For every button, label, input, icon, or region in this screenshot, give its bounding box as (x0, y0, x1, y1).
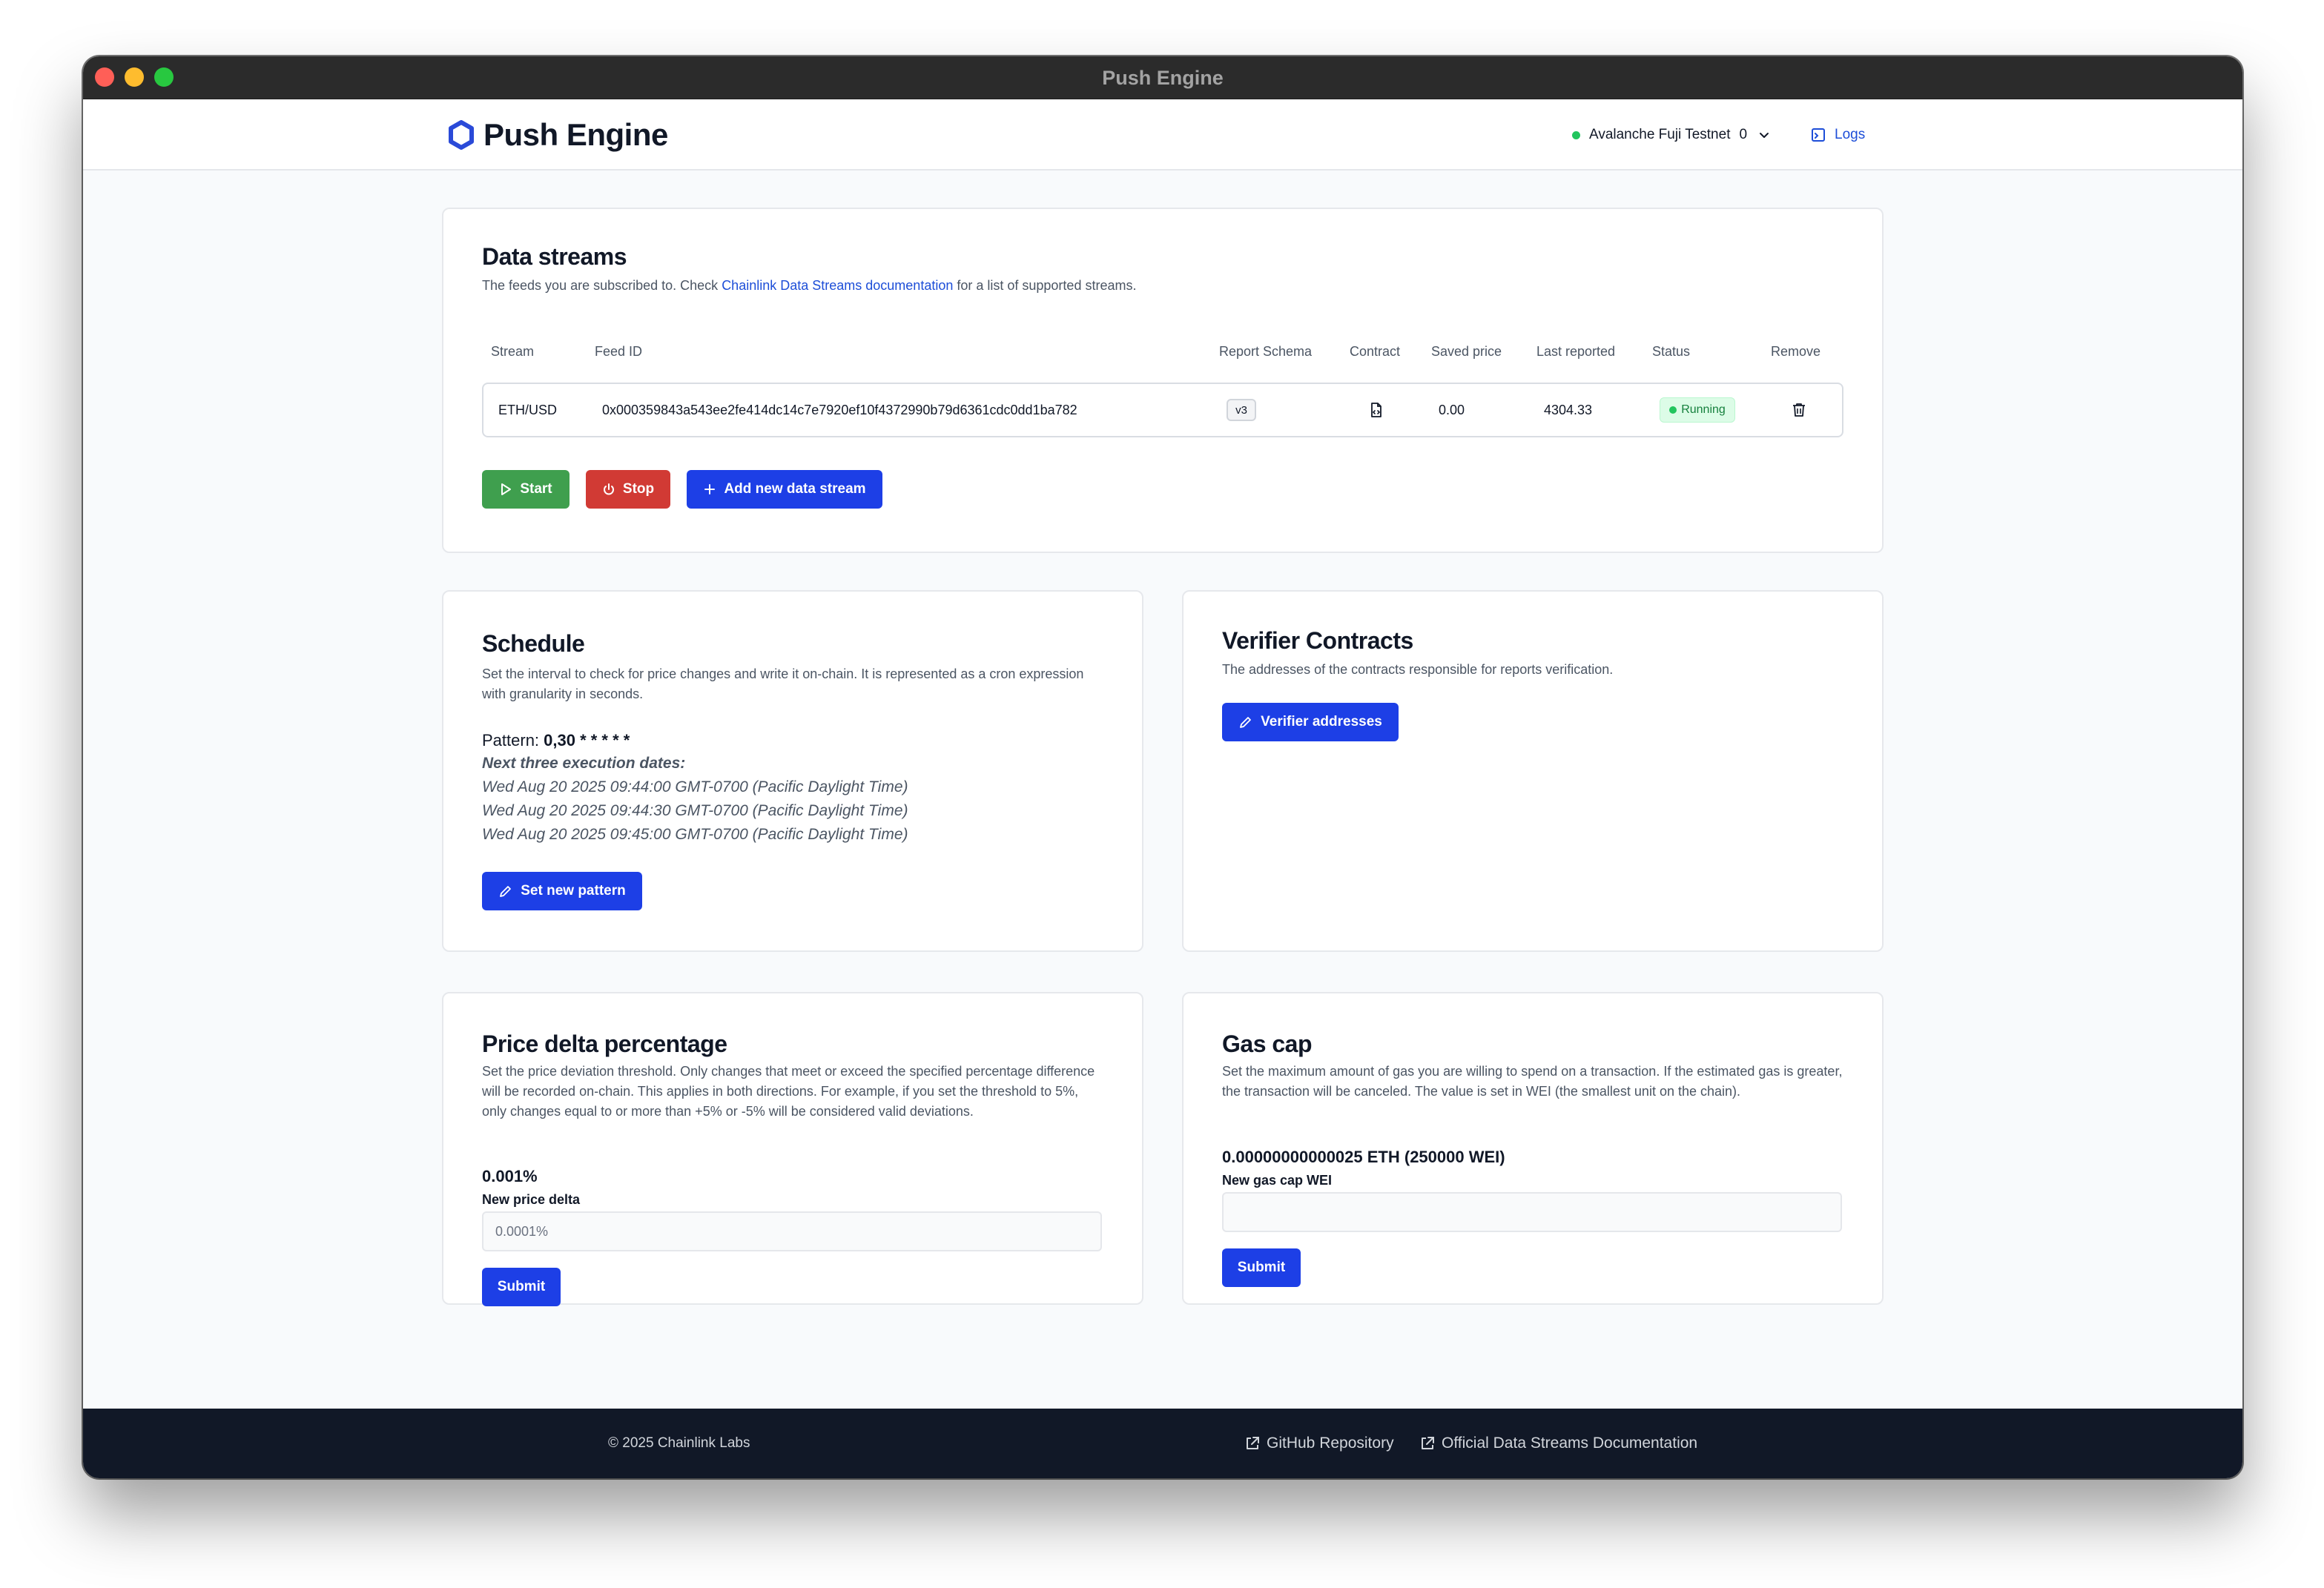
trash-icon[interactable] (1790, 401, 1808, 419)
next-execution-label: Next three execution dates: (482, 755, 686, 772)
window-title: Push Engine (1102, 67, 1224, 89)
status-badge: Running (1660, 397, 1735, 423)
pattern-line: Pattern: 0,30 * * * * * (482, 731, 630, 750)
gas-cap-input[interactable] (1222, 1192, 1842, 1232)
official-docs-link[interactable]: Official Data Streams Documentation (1419, 1409, 1697, 1478)
execution-date: Wed Aug 20 2025 09:44:00 GMT-0700 (Pacif… (482, 778, 908, 795)
chainlink-docs-link[interactable]: Chainlink Data Streams documentation (722, 278, 953, 293)
data-streams-title: Data streams (482, 243, 627, 270)
price-delta-card: Price delta percentage Set the price dev… (442, 992, 1143, 1306)
power-icon (603, 483, 614, 495)
play-icon (501, 483, 512, 495)
verifier-addresses-label: Verifier addresses (1261, 714, 1382, 730)
gas-cap-description: Set the maximum amount of gas you are wi… (1222, 1064, 1843, 1099)
price-delta-submit-button[interactable]: Submit (482, 1268, 561, 1306)
data-streams-description: The feeds you are subscribed to. Check C… (482, 276, 1136, 296)
column-header-last-reported: Last reported (1536, 344, 1616, 359)
copyright: © 2025 Chainlink Labs (608, 1435, 750, 1451)
submit-label: Submit (1237, 1260, 1286, 1275)
set-new-pattern-label: Set new pattern (521, 883, 626, 899)
github-repository-link[interactable]: GitHub Repository (1244, 1409, 1394, 1478)
new-price-delta-label: New price delta (482, 1192, 581, 1207)
schedule-title: Schedule (482, 630, 585, 657)
logs-link[interactable]: Logs (1811, 123, 1865, 147)
stop-button[interactable]: Stop (586, 470, 670, 509)
saved-price: 0.00 (1439, 403, 1465, 417)
data-streams-card: Data streams The feeds you are subscribe… (442, 208, 1884, 553)
brand-title: Push Engine (483, 117, 668, 152)
new-gas-cap-label: New gas cap WEI (1222, 1173, 1333, 1188)
last-reported: 4304.33 (1544, 403, 1593, 417)
app-window: Push Engine Push Engine Avalanche Fuji T… (83, 56, 2242, 1478)
column-header-feed-id: Feed ID (595, 344, 643, 359)
gas-cap-submit-button[interactable]: Submit (1222, 1248, 1301, 1287)
network-status-dot (1572, 130, 1580, 139)
pencil-icon (1240, 717, 1252, 728)
hexagon-logo-icon (449, 120, 474, 150)
verifier-description: The addresses of the contracts responsib… (1222, 662, 1614, 677)
execution-date: Wed Aug 20 2025 09:45:00 GMT-0700 (Pacif… (482, 826, 908, 843)
contract-file-icon[interactable] (1367, 401, 1385, 419)
execution-date: Wed Aug 20 2025 09:44:30 GMT-0700 (Pacif… (482, 802, 908, 819)
add-data-stream-button[interactable]: Add new data stream (687, 470, 882, 509)
brand[interactable]: Push Engine (448, 113, 668, 157)
window-titlebar: Push Engine (83, 56, 2242, 99)
price-delta-input[interactable] (482, 1211, 1102, 1251)
column-header-saved-price: Saved price (1431, 344, 1502, 359)
start-label: Start (520, 481, 552, 497)
github-repository-label: GitHub Repository (1267, 1435, 1394, 1452)
feed-id: 0x000359843a543ee2fe414dc14c7e7920ef10f4… (602, 403, 1077, 417)
stop-label: Stop (622, 481, 655, 497)
official-docs-label: Official Data Streams Documentation (1442, 1435, 1698, 1452)
column-header-status: Status (1652, 344, 1691, 359)
status-dot (1669, 406, 1677, 414)
top-navbar: Push Engine Avalanche Fuji Testnet 0 Log… (83, 99, 2242, 171)
column-header-remove: Remove (1771, 344, 1821, 359)
verifier-title: Verifier Contracts (1222, 627, 1413, 654)
desc-prefix: The feeds you are subscribed to. Check (482, 278, 722, 293)
pattern-label: Pattern: (482, 731, 544, 750)
schedule-description: Set the interval to check for price chan… (482, 666, 1084, 701)
pattern-value: 0,30 * * * * * (544, 731, 630, 750)
report-schema-badge: v3 (1227, 399, 1256, 421)
network-selector[interactable]: Avalanche Fuji Testnet 0 (1572, 123, 1771, 147)
chevron-down-icon (1760, 133, 1769, 138)
desc-suffix: for a list of supported streams. (953, 278, 1137, 293)
set-new-pattern-button[interactable]: Set new pattern (482, 872, 642, 910)
schedule-card: Schedule Set the interval to check for p… (442, 590, 1143, 952)
current-price-delta: 0.001% (482, 1167, 538, 1185)
column-header-report-schema: Report Schema (1219, 344, 1313, 359)
status-label: Running (1681, 403, 1726, 416)
network-count: 0 (1739, 127, 1748, 142)
logs-icon (1812, 128, 1825, 142)
pencil-icon (500, 886, 512, 897)
column-header-contract: Contract (1350, 344, 1401, 359)
current-gas-cap: 0.00000000000025 ETH (250000 WEI) (1222, 1148, 1505, 1166)
gas-cap-title: Gas cap (1222, 1030, 1313, 1057)
start-button[interactable]: Start (482, 470, 570, 509)
network-name: Avalanche Fuji Testnet (1589, 127, 1731, 142)
plus-icon (704, 484, 716, 494)
verifier-contracts-card: Verifier Contracts The addresses of the … (1182, 590, 1884, 952)
submit-label: Submit (497, 1279, 546, 1294)
external-link-icon (1422, 1437, 1434, 1449)
table-row: ETH/USD 0x000359843a543ee2fe414dc14c7e79… (482, 383, 1843, 437)
add-data-stream-label: Add new data stream (724, 481, 866, 497)
price-delta-title: Price delta percentage (482, 1030, 727, 1057)
gas-cap-card: Gas cap Set the maximum amount of gas yo… (1182, 992, 1884, 1305)
footer: © 2025 Chainlink Labs GitHub Repository … (83, 1409, 2242, 1478)
logs-label: Logs (1835, 127, 1866, 142)
stream-name: ETH/USD (498, 403, 558, 417)
column-header-stream: Stream (491, 344, 535, 359)
verifier-addresses-button[interactable]: Verifier addresses (1222, 703, 1399, 741)
external-link-icon (1247, 1437, 1259, 1449)
price-delta-description: Set the price deviation threshold. Only … (482, 1064, 1095, 1119)
